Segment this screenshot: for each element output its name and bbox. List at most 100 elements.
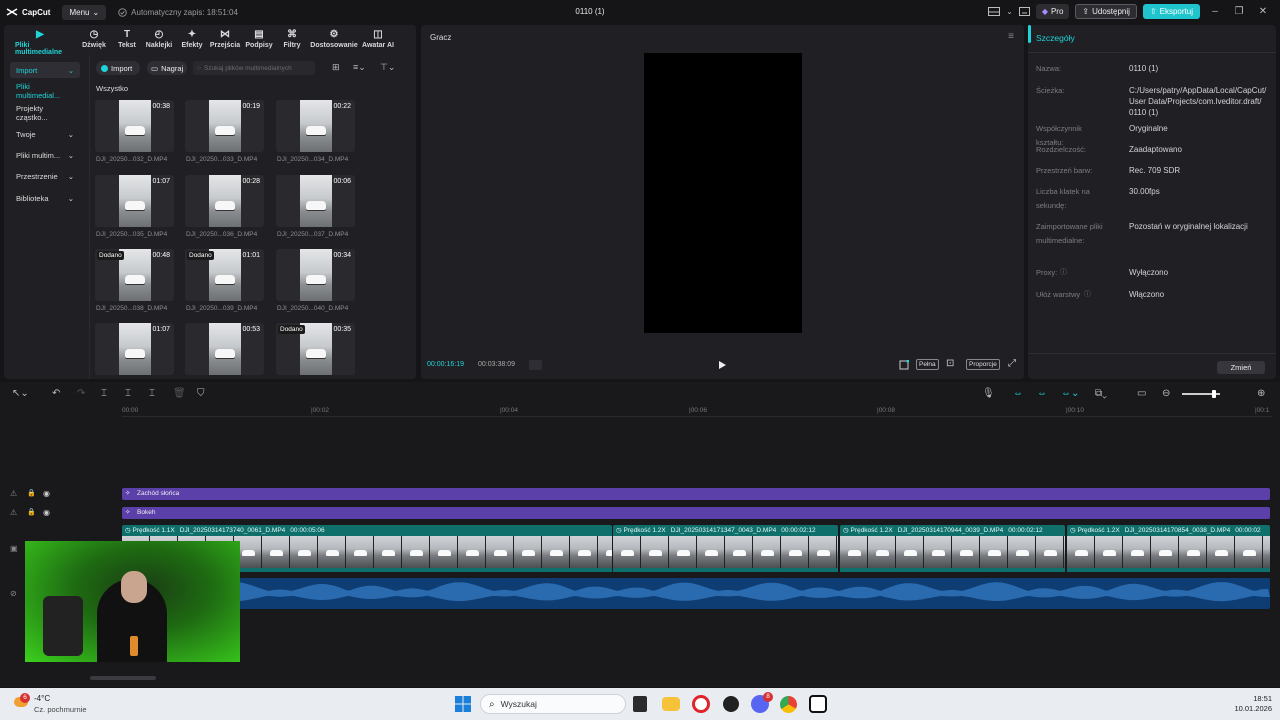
app-icon[interactable]	[723, 696, 739, 712]
shield-icon[interactable]: ⛉	[197, 388, 205, 399]
zoom-slider-handle[interactable]	[1212, 390, 1216, 398]
task-view-icon[interactable]	[633, 696, 647, 712]
media-thumbnail[interactable]: 00:34	[276, 249, 355, 301]
caption-icon[interactable]: ▭	[1137, 388, 1146, 399]
player-menu-icon[interactable]: ≡	[1008, 31, 1014, 42]
tab-8[interactable]: ⚙ Dostosowanie	[309, 29, 359, 49]
zoom-slider[interactable]	[1182, 390, 1220, 398]
fullscreen-icon[interactable]: ⤢	[1008, 358, 1016, 369]
clip-frame	[980, 536, 1008, 568]
clip-header[interactable]: ◷ Prędkość 1.1X DJI_20250314173740_0061_D…	[122, 525, 612, 536]
sort-icon[interactable]: ≡⌄	[353, 62, 366, 73]
media-thumbnail[interactable]: 00:28	[185, 175, 264, 227]
effect-track-sunset[interactable]: ✧ Zachód słońca	[122, 488, 1270, 500]
share-button[interactable]: ⇪ Udostępnij	[1075, 4, 1137, 19]
media-thumbnail[interactable]: 01:07	[95, 175, 174, 227]
opera-icon[interactable]	[692, 695, 710, 713]
preview-axis-icon[interactable]: ⧉⌄	[1095, 388, 1107, 399]
maximize-icon[interactable]: ❐	[1230, 6, 1248, 17]
media-thumbnail[interactable]: 00:38	[95, 100, 174, 152]
car-image	[215, 126, 235, 135]
file-explorer-icon[interactable]	[662, 697, 680, 711]
media-thumbnail[interactable]: 00:22	[276, 100, 355, 152]
audio-track[interactable]	[122, 578, 1270, 609]
snap-icon[interactable]: ⇔⌄	[1061, 388, 1079, 399]
layout-icon[interactable]	[988, 7, 1001, 16]
media-thumbnail[interactable]: 00:06	[276, 175, 355, 227]
filter-icon[interactable]: ⊤⌄	[380, 62, 395, 73]
zoom-out-icon[interactable]: ⊖	[1162, 388, 1170, 399]
sidebar-item-1[interactable]: Pliki multimedial...	[10, 82, 80, 100]
clip-name: DJI_20250314170854_0038_D.MP4	[1124, 527, 1231, 534]
keyboard-icon[interactable]	[1018, 7, 1030, 16]
record-button[interactable]: ▭ Nagraj	[147, 61, 187, 75]
track-lock-icon[interactable]: ⚠	[10, 508, 17, 517]
media-thumbnail[interactable]: 01:01 Dodano	[185, 249, 264, 301]
sidebar-item-4[interactable]: Pliki multim... ⌄	[10, 147, 80, 163]
video-clip[interactable]	[840, 536, 1065, 572]
track-lock-icon[interactable]: ⚠	[10, 489, 17, 498]
sidebar-item-2[interactable]: Projekty cząstko...	[10, 104, 80, 122]
sidebar-item-3[interactable]: Twoje ⌄	[10, 126, 80, 142]
effect-track-bokeh[interactable]: ✧ Bokeh	[122, 507, 1270, 519]
info-icon[interactable]: ⓘ	[1060, 267, 1067, 277]
screenshot-icon[interactable]: ⊡	[946, 358, 954, 369]
zoom-in-icon[interactable]: ⊕	[1257, 388, 1265, 399]
clip-header[interactable]: ◷ Prędkość 1.2X DJI_20250314170854_0038_D…	[1067, 525, 1270, 536]
link-clips-icon[interactable]: ⇔	[1013, 388, 1023, 399]
windows-start-icon[interactable]	[455, 696, 471, 712]
video-canvas[interactable]	[644, 53, 802, 333]
layout-chevron-icon[interactable]: ⌄	[1006, 7, 1013, 16]
split-right-icon[interactable]: ⌶	[149, 388, 155, 399]
menu-button[interactable]: Menu ⌄	[62, 4, 107, 20]
discord-icon[interactable]: 8	[751, 692, 773, 713]
track-visibility-icon[interactable]: ◉	[43, 489, 50, 498]
sidebar-item-6[interactable]: Biblioteka ⌄	[10, 190, 80, 206]
media-thumbnail[interactable]: 00:19	[185, 100, 264, 152]
tab-0[interactable]: ▶ Pliki multimedialne	[15, 29, 65, 56]
media-thumbnail[interactable]: 00:53	[185, 323, 264, 375]
info-icon[interactable]: ⓘ	[1084, 289, 1091, 299]
split-left-icon[interactable]: ⌶	[125, 388, 131, 399]
microphone-icon[interactable]: 🎙	[982, 388, 995, 399]
taskbar-clock[interactable]: 18:51 10.01.2026	[1220, 694, 1272, 714]
chrome-icon[interactable]	[780, 696, 797, 713]
select-tool-icon[interactable]: ↖⌄	[12, 388, 29, 399]
close-icon[interactable]: ✕	[1254, 6, 1272, 17]
ruler-label: |00:1	[1255, 407, 1270, 414]
export-button[interactable]: ⇧ Eksportuj	[1142, 4, 1200, 19]
track-lock-icon[interactable]: 🔒	[27, 508, 36, 516]
media-search-input[interactable]: ○ Szukaj plików multimedialnych	[193, 61, 315, 75]
capcut-taskbar-icon[interactable]	[809, 695, 827, 713]
clip-header[interactable]: ◷ Prędkość 1.2X DJI_20250314171347_0043_D…	[613, 525, 838, 536]
magnet-icon[interactable]: ⇔	[1037, 388, 1047, 399]
timeline-scrollbar[interactable]	[90, 676, 156, 680]
grid-view-icon[interactable]: ⊞	[332, 62, 340, 73]
weather-widget[interactable]: 6 -4°C Cz. pochmurnie	[14, 693, 104, 715]
minimize-icon[interactable]: –	[1206, 6, 1224, 17]
pro-button[interactable]: ◆ Pro	[1035, 4, 1070, 19]
track-visibility-icon[interactable]: ◉	[43, 508, 50, 517]
change-button[interactable]: Zmień	[1217, 361, 1265, 374]
media-thumbnail[interactable]: 00:48 Dodano	[95, 249, 174, 301]
video-clip[interactable]	[1067, 536, 1270, 572]
media-thumbnail[interactable]: 00:35 Dodano	[276, 323, 355, 375]
split-icon[interactable]: ⌶	[101, 388, 107, 399]
clip-header[interactable]: ◷ Prędkość 1.2X DJI_20250314170944_0039_D…	[840, 525, 1065, 536]
undo-icon[interactable]: ↶	[52, 388, 60, 399]
ratio-button[interactable]: Proporcje	[966, 359, 1000, 370]
timecode-toggle-icon[interactable]	[529, 360, 542, 370]
import-button[interactable]: Import	[96, 61, 140, 75]
video-clip[interactable]	[613, 536, 838, 572]
track-lock-icon[interactable]: 🔒	[27, 489, 36, 497]
taskbar-search[interactable]: ⌕ Wyszukaj	[480, 694, 626, 714]
media-thumbnail[interactable]: 01:07	[95, 323, 174, 375]
crop-icon[interactable]	[899, 360, 909, 370]
play-icon[interactable]	[718, 360, 727, 370]
delete-icon[interactable]: 🗑	[173, 388, 186, 399]
full-quality-button[interactable]: Pełna	[916, 359, 939, 370]
sidebar-item-0[interactable]: Import ⌄	[10, 62, 80, 78]
tab-9[interactable]: ◫ Awatar AI	[353, 29, 403, 49]
redo-icon[interactable]: ↷	[77, 388, 85, 399]
sidebar-item-5[interactable]: Przestrzenie ⌄	[10, 168, 80, 184]
